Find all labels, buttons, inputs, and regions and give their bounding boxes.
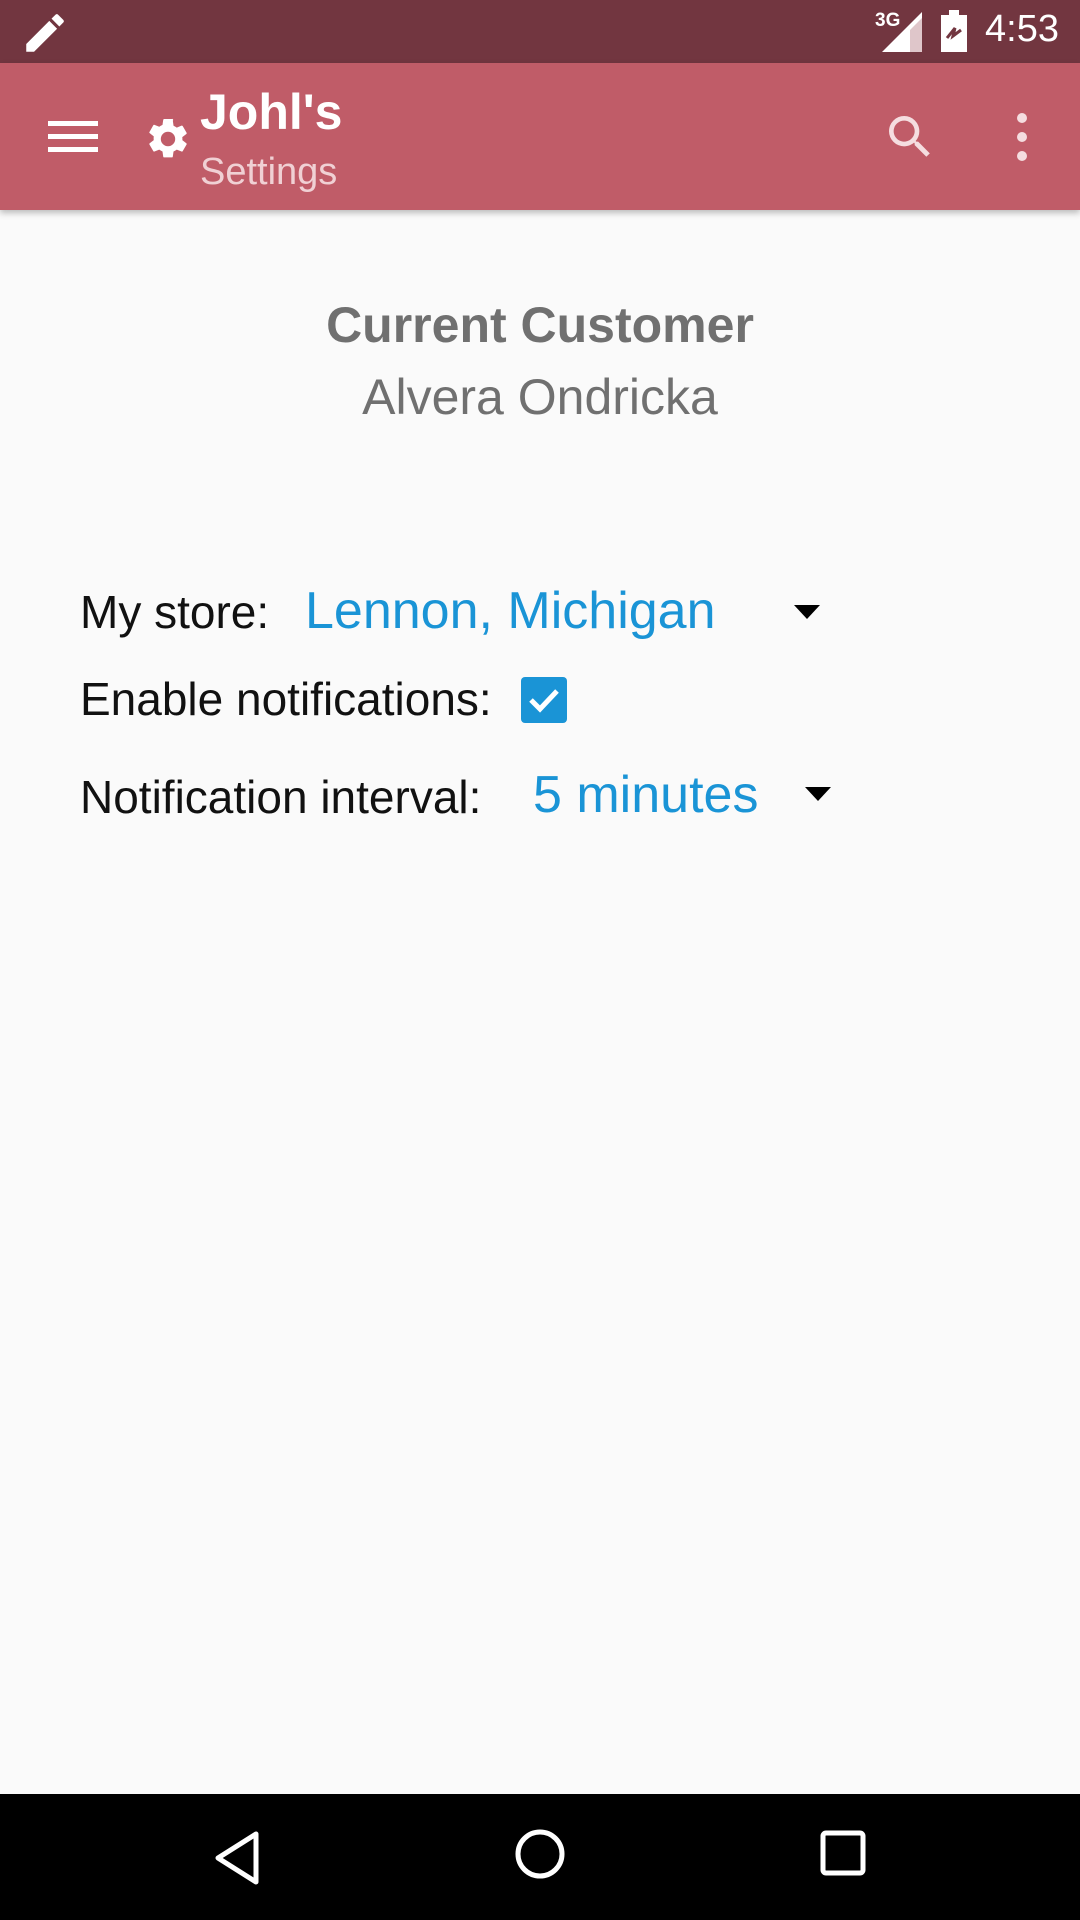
gear-icon: [149, 118, 187, 158]
search-icon[interactable]: [882, 109, 938, 165]
my-store-label: My store:: [80, 586, 270, 638]
chevron-down-icon[interactable]: [803, 785, 833, 803]
signal-icon: [882, 12, 922, 52]
notification-interval-dropdown[interactable]: 5 minutes: [533, 765, 758, 825]
enable-notifications-label: Enable notifications:: [80, 673, 492, 725]
status-bar: 3G 4:53: [0, 0, 1080, 63]
home-icon[interactable]: [514, 1828, 566, 1880]
current-customer-heading: Current Customer: [326, 297, 754, 353]
my-store-dropdown[interactable]: Lennon, Michigan: [305, 581, 716, 641]
status-clock: 4:53: [985, 8, 1059, 50]
system-nav-bar: [0, 1794, 1080, 1920]
overflow-menu-icon[interactable]: [1000, 109, 1044, 165]
current-customer-name: Alvera Ondricka: [362, 369, 718, 425]
menu-icon[interactable]: [44, 113, 102, 159]
chevron-down-icon[interactable]: [792, 603, 822, 621]
app-title: Johl's: [200, 84, 343, 140]
app-bar: Johl's Settings: [0, 63, 1080, 210]
enable-notifications-checkbox[interactable]: [521, 677, 567, 723]
checkmark-icon: [529, 689, 559, 713]
notification-interval-label: Notification interval:: [80, 771, 482, 823]
battery-icon: [941, 10, 967, 52]
app-subtitle: Settings: [200, 151, 338, 193]
back-icon[interactable]: [212, 1830, 262, 1886]
pencil-icon: [26, 14, 64, 52]
recents-icon[interactable]: [820, 1830, 866, 1876]
